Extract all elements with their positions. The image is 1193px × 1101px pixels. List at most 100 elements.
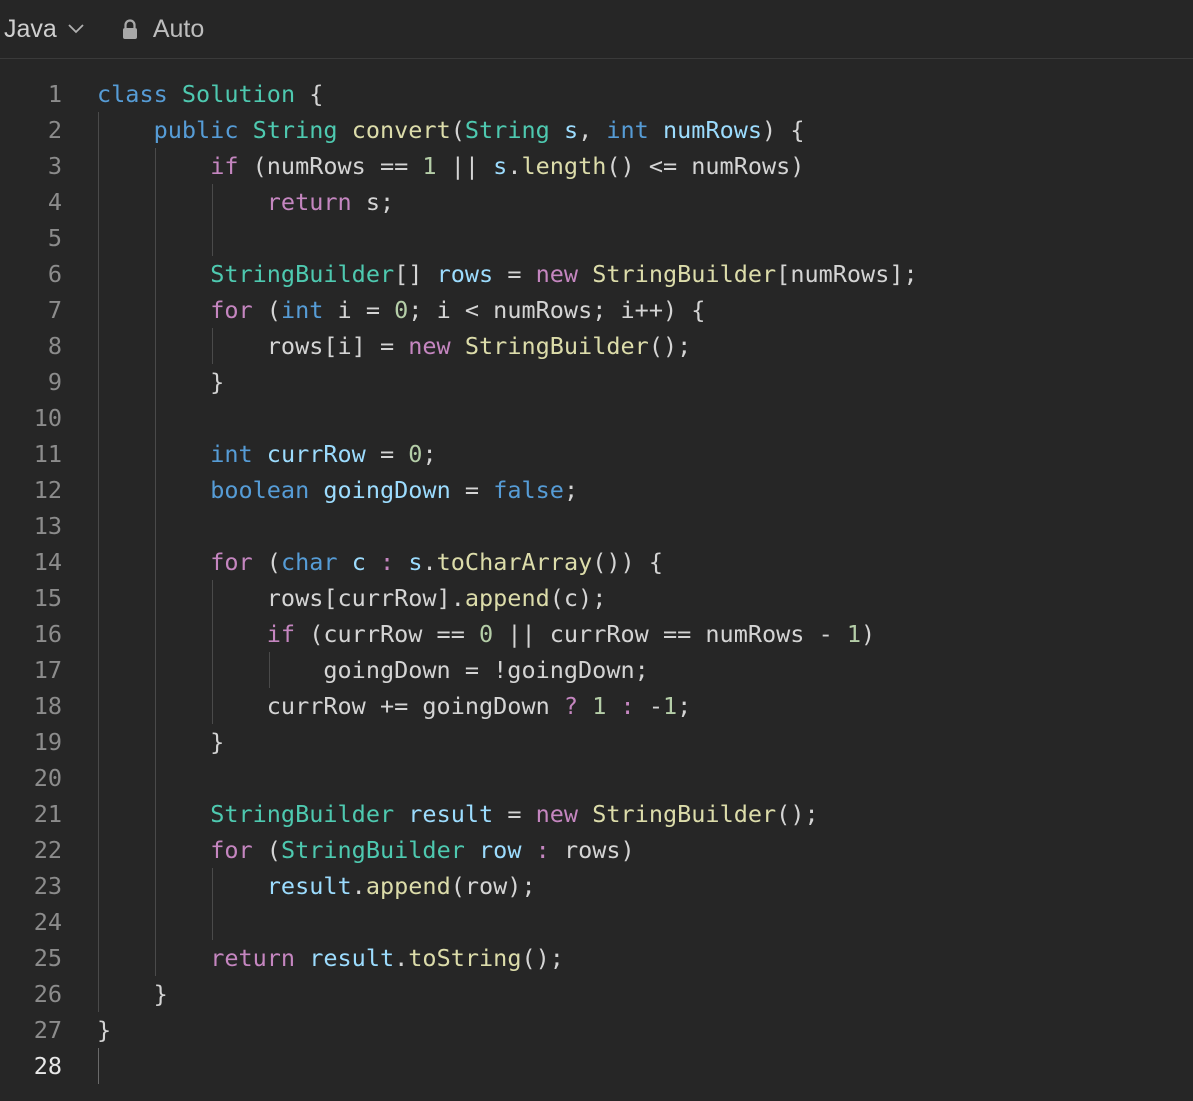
code-token: 1 <box>846 620 862 648</box>
code-line[interactable]: 15 rows[currRow].append(c); <box>0 580 1193 616</box>
code-line[interactable]: 5 <box>0 220 1193 256</box>
code-token: s <box>493 152 508 180</box>
code-token: new <box>535 800 579 828</box>
line-number: 16 <box>33 620 62 648</box>
code-line[interactable]: 24 <box>0 904 1193 940</box>
line-number: 20 <box>33 764 62 792</box>
code-token: StringBuilder <box>592 800 777 828</box>
code-token: return <box>210 944 296 972</box>
code-token: 0 <box>479 620 494 648</box>
code-line[interactable]: 25 return result.toString(); <box>0 940 1193 976</box>
code-line[interactable]: 10 <box>0 400 1193 436</box>
code-token: for <box>210 836 253 864</box>
code-text: result.append(row); <box>97 868 536 904</box>
code-line[interactable]: 4 return s; <box>0 184 1193 220</box>
line-number: 19 <box>33 728 62 756</box>
code-token: currRow += goingDown <box>97 692 564 720</box>
code-token: || currRow == numRows - <box>493 620 847 648</box>
code-line[interactable]: 12 boolean goingDown = false; <box>0 472 1193 508</box>
code-line[interactable]: 27} <box>0 1012 1193 1048</box>
code-token: convert <box>351 116 451 144</box>
code-line[interactable]: 28 <box>0 1048 1193 1084</box>
code-token: 0 <box>394 296 409 324</box>
code-text: return result.toString(); <box>97 940 564 976</box>
language-select[interactable]: Java <box>0 0 85 58</box>
code-token: , <box>578 116 607 144</box>
line-number: 6 <box>47 260 62 288</box>
code-token: (); <box>648 332 692 360</box>
code-text: rows[currRow].append(c); <box>97 580 607 616</box>
code-text: if (numRows == 1 || s.length() <= numRow… <box>97 148 804 184</box>
code-line[interactable]: 18 currRow += goingDown ? 1 : -1; <box>0 688 1193 724</box>
line-number: 5 <box>47 224 62 252</box>
code-line[interactable]: 26 } <box>0 976 1193 1012</box>
code-token: 1 <box>592 692 607 720</box>
code-token: ( <box>252 296 281 324</box>
code-token: result <box>408 800 494 828</box>
code-token: ) <box>861 620 876 648</box>
code-line[interactable]: 2 public String convert(String s, int nu… <box>0 112 1193 148</box>
code-token: if <box>266 620 296 648</box>
code-line[interactable]: 23 result.append(row); <box>0 868 1193 904</box>
code-token: length <box>521 152 607 180</box>
code-token: currRow <box>266 440 366 468</box>
code-text: StringBuilder[] rows = new StringBuilder… <box>97 256 917 292</box>
code-line[interactable]: 21 StringBuilder result = new StringBuil… <box>0 796 1193 832</box>
code-line[interactable]: 9 } <box>0 364 1193 400</box>
code-token: row <box>479 836 522 864</box>
code-text: for (StringBuilder row : rows) <box>97 832 635 868</box>
code-token: numRows <box>663 116 763 144</box>
line-number: 1 <box>47 80 62 108</box>
code-text: public String convert(String s, int numR… <box>97 112 805 148</box>
code-line[interactable]: 7 for (int i = 0; i < numRows; i++) { <box>0 292 1193 328</box>
code-token: i = <box>323 296 395 324</box>
code-token: ; <box>677 692 692 720</box>
code-line[interactable]: 20 <box>0 760 1193 796</box>
code-token: false <box>493 476 564 504</box>
code-text: for (int i = 0; i < numRows; i++) { <box>97 292 705 328</box>
code-text: } <box>97 724 224 760</box>
code-line[interactable]: 11 int currRow = 0; <box>0 436 1193 472</box>
code-line[interactable]: 16 if (currRow == 0 || currRow == numRow… <box>0 616 1193 652</box>
code-line[interactable]: 1 class Solution { <box>0 76 1193 112</box>
line-number: 11 <box>33 440 62 468</box>
code-line[interactable]: 13 <box>0 508 1193 544</box>
code-token: . <box>422 548 437 576</box>
code-token: goingDown <box>323 476 451 504</box>
line-number: 24 <box>33 908 62 936</box>
code-token: [] <box>394 260 437 288</box>
code-token: s; <box>351 188 395 216</box>
code-token: toCharArray <box>436 548 593 576</box>
code-token: } <box>97 368 225 396</box>
code-line[interactable]: 22 for (StringBuilder row : rows) <box>0 832 1193 868</box>
code-token: StringBuilder <box>210 800 395 828</box>
code-line[interactable]: 8 rows[i] = new StringBuilder(); <box>0 328 1193 364</box>
code-line[interactable]: 17 goingDown = !goingDown; <box>0 652 1193 688</box>
code-line[interactable]: 19 } <box>0 724 1193 760</box>
chevron-down-icon <box>68 24 84 34</box>
code-token: ( <box>252 836 281 864</box>
code-token: - <box>634 692 663 720</box>
code-token: ( <box>252 548 281 576</box>
code-line[interactable]: 3 if (numRows == 1 || s.length() <= numR… <box>0 148 1193 184</box>
code-line[interactable]: 14 for (char c : s.toCharArray()) { <box>0 544 1193 580</box>
mode-indicator[interactable]: Auto <box>121 0 204 58</box>
code-token: . <box>351 872 366 900</box>
code-editor[interactable]: 1 class Solution {2 public String convert… <box>0 76 1193 1101</box>
code-token: result <box>266 872 352 900</box>
code-token: boolean <box>210 476 310 504</box>
code-token: } <box>97 980 168 1008</box>
line-number: 22 <box>33 836 62 864</box>
code-token: ? <box>563 692 579 720</box>
code-line[interactable]: 6 StringBuilder[] rows = new StringBuild… <box>0 256 1193 292</box>
editor-toolbar: Java Auto <box>0 0 1193 59</box>
